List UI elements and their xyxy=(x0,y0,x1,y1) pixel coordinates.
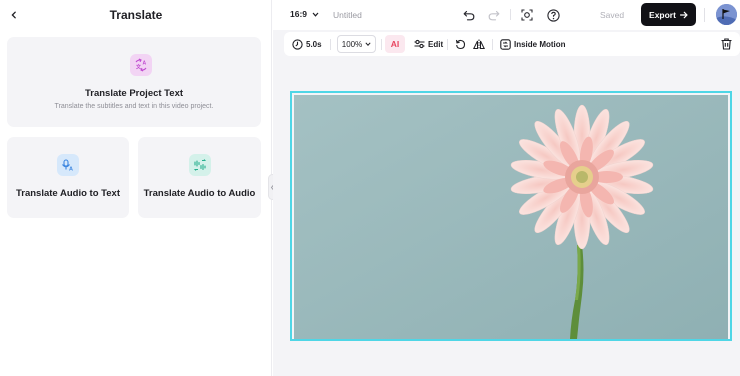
audio-translate-icon xyxy=(189,154,211,176)
top-bar: 16:9 Untitled Saved Export xyxy=(273,0,740,30)
card-title: Translate Project Text xyxy=(84,88,184,99)
video-canvas-image[interactable] xyxy=(294,95,728,339)
avatar-flag-icon xyxy=(716,4,737,25)
arrow-right-icon xyxy=(679,11,688,18)
aspect-ratio-label: 16:9 xyxy=(290,9,308,19)
app-window: Translate 文A Translate Project Text Tran… xyxy=(0,0,740,376)
divider xyxy=(510,9,511,20)
redo-button[interactable] xyxy=(486,7,502,23)
card-title: Translate Audio to Audio xyxy=(143,188,256,199)
translate-audio-to-text-card[interactable]: A Translate Audio to Text xyxy=(7,137,129,218)
chevron-down-icon xyxy=(312,12,319,17)
inside-motion-icon xyxy=(500,38,511,50)
translate-text-icon: 文A xyxy=(130,54,152,76)
divider xyxy=(330,39,331,50)
rotate-button[interactable] xyxy=(455,36,466,52)
avatar[interactable] xyxy=(716,4,737,25)
edit-button[interactable]: Edit xyxy=(414,36,443,52)
document-title[interactable]: Untitled xyxy=(333,10,362,20)
edit-label: Edit xyxy=(428,39,444,49)
screenshot-icon xyxy=(521,9,533,21)
divider xyxy=(492,39,493,50)
clip-toolbar: 5.0s 100% AI Edit Inside Motion xyxy=(284,32,740,56)
zoom-dropdown[interactable]: 100% xyxy=(337,35,376,53)
chevron-down-icon xyxy=(365,42,371,46)
undo-button[interactable] xyxy=(461,7,477,23)
clock-icon xyxy=(292,38,303,50)
translate-project-text-card[interactable]: 文A Translate Project Text Translate the … xyxy=(7,37,261,127)
inside-motion-label: Inside Motion xyxy=(514,39,566,49)
editor-area: 16:9 Untitled Saved Export 5.0s 100% AI … xyxy=(273,0,740,376)
help-icon xyxy=(546,8,560,22)
translate-panel: Translate 文A Translate Project Text Tran… xyxy=(0,0,272,376)
divider xyxy=(704,8,705,22)
export-button[interactable]: Export xyxy=(641,3,696,26)
card-description: Translate the subtitles and text in this… xyxy=(54,103,214,110)
delete-button[interactable] xyxy=(721,36,732,52)
help-button[interactable] xyxy=(545,7,561,23)
ai-button[interactable]: AI xyxy=(385,35,405,53)
duration-button[interactable]: 5.0s xyxy=(292,36,322,52)
translate-audio-to-audio-card[interactable]: Translate Audio to Audio xyxy=(138,137,261,218)
inside-motion-button[interactable]: Inside Motion xyxy=(500,36,566,52)
divider xyxy=(447,39,448,50)
mic-translate-icon: A xyxy=(57,154,79,176)
redo-icon xyxy=(488,10,500,20)
export-label: Export xyxy=(649,9,676,20)
svg-text:A: A xyxy=(143,61,147,67)
canvas-selection[interactable] xyxy=(290,91,732,341)
ai-label: AI xyxy=(390,39,400,49)
svg-text:A: A xyxy=(69,167,73,173)
screenshot-button[interactable] xyxy=(519,7,535,23)
save-status: Saved xyxy=(600,10,625,20)
undo-icon xyxy=(463,10,475,20)
adjust-icon xyxy=(414,39,425,49)
trash-icon xyxy=(721,38,732,50)
zoom-value: 100% xyxy=(341,39,363,49)
card-title: Translate Audio to Text xyxy=(16,188,120,199)
flip-icon xyxy=(473,39,485,49)
rotate-icon xyxy=(455,39,466,49)
duration-value: 5.0s xyxy=(306,39,322,49)
aspect-ratio-dropdown[interactable]: 16:9 xyxy=(290,9,319,19)
divider xyxy=(381,39,382,50)
flip-button[interactable] xyxy=(473,36,485,52)
panel-title: Translate xyxy=(109,8,163,22)
